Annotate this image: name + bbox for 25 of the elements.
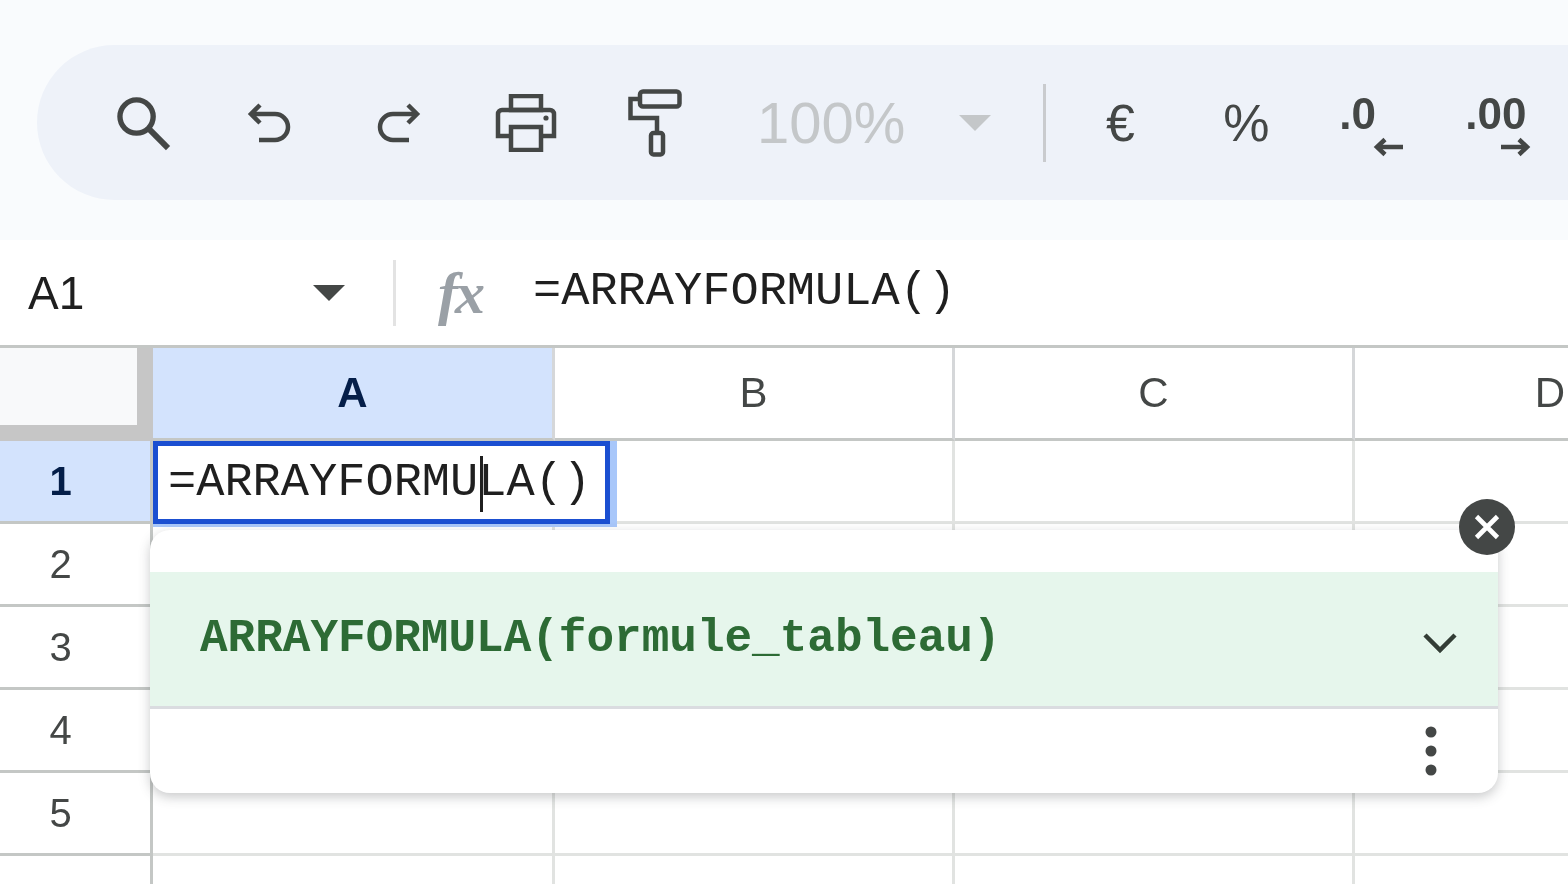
chevron-down-icon[interactable] [1422, 632, 1458, 654]
caret-down-icon [959, 114, 992, 131]
paint-roller-icon[interactable] [626, 88, 682, 157]
suggestion-item[interactable]: ARRAYFORMULA(formule_tableau) [150, 572, 1498, 709]
printer-icon[interactable] [494, 93, 558, 152]
close-icon [1473, 513, 1501, 541]
decrease-decimal-places[interactable]: .0 [1339, 93, 1406, 158]
caret-down-icon [313, 284, 345, 301]
row-header[interactable]: 2 [0, 524, 150, 604]
currency-format[interactable]: € [1105, 96, 1135, 149]
left-arrow-icon [1373, 137, 1406, 158]
row-header[interactable]: 1 [0, 441, 150, 521]
close-button[interactable] [1459, 499, 1515, 555]
row-header[interactable]: 4 [0, 690, 150, 770]
column-header[interactable]: D [1355, 348, 1568, 441]
column-header[interactable]: A [153, 348, 555, 441]
row-header[interactable]: 5 [0, 773, 150, 853]
column-header[interactable]: C [955, 348, 1355, 441]
row-header[interactable]: 3 [0, 607, 150, 687]
right-arrow-icon [1499, 137, 1532, 158]
percent-format[interactable]: % [1223, 96, 1270, 149]
formula-input[interactable]: =ARRAYFORMULA() [533, 264, 1568, 321]
name-box[interactable]: A1 [0, 269, 345, 316]
increase-decimal-places[interactable]: .00 [1465, 93, 1532, 158]
more-options-icon[interactable] [1425, 726, 1437, 776]
